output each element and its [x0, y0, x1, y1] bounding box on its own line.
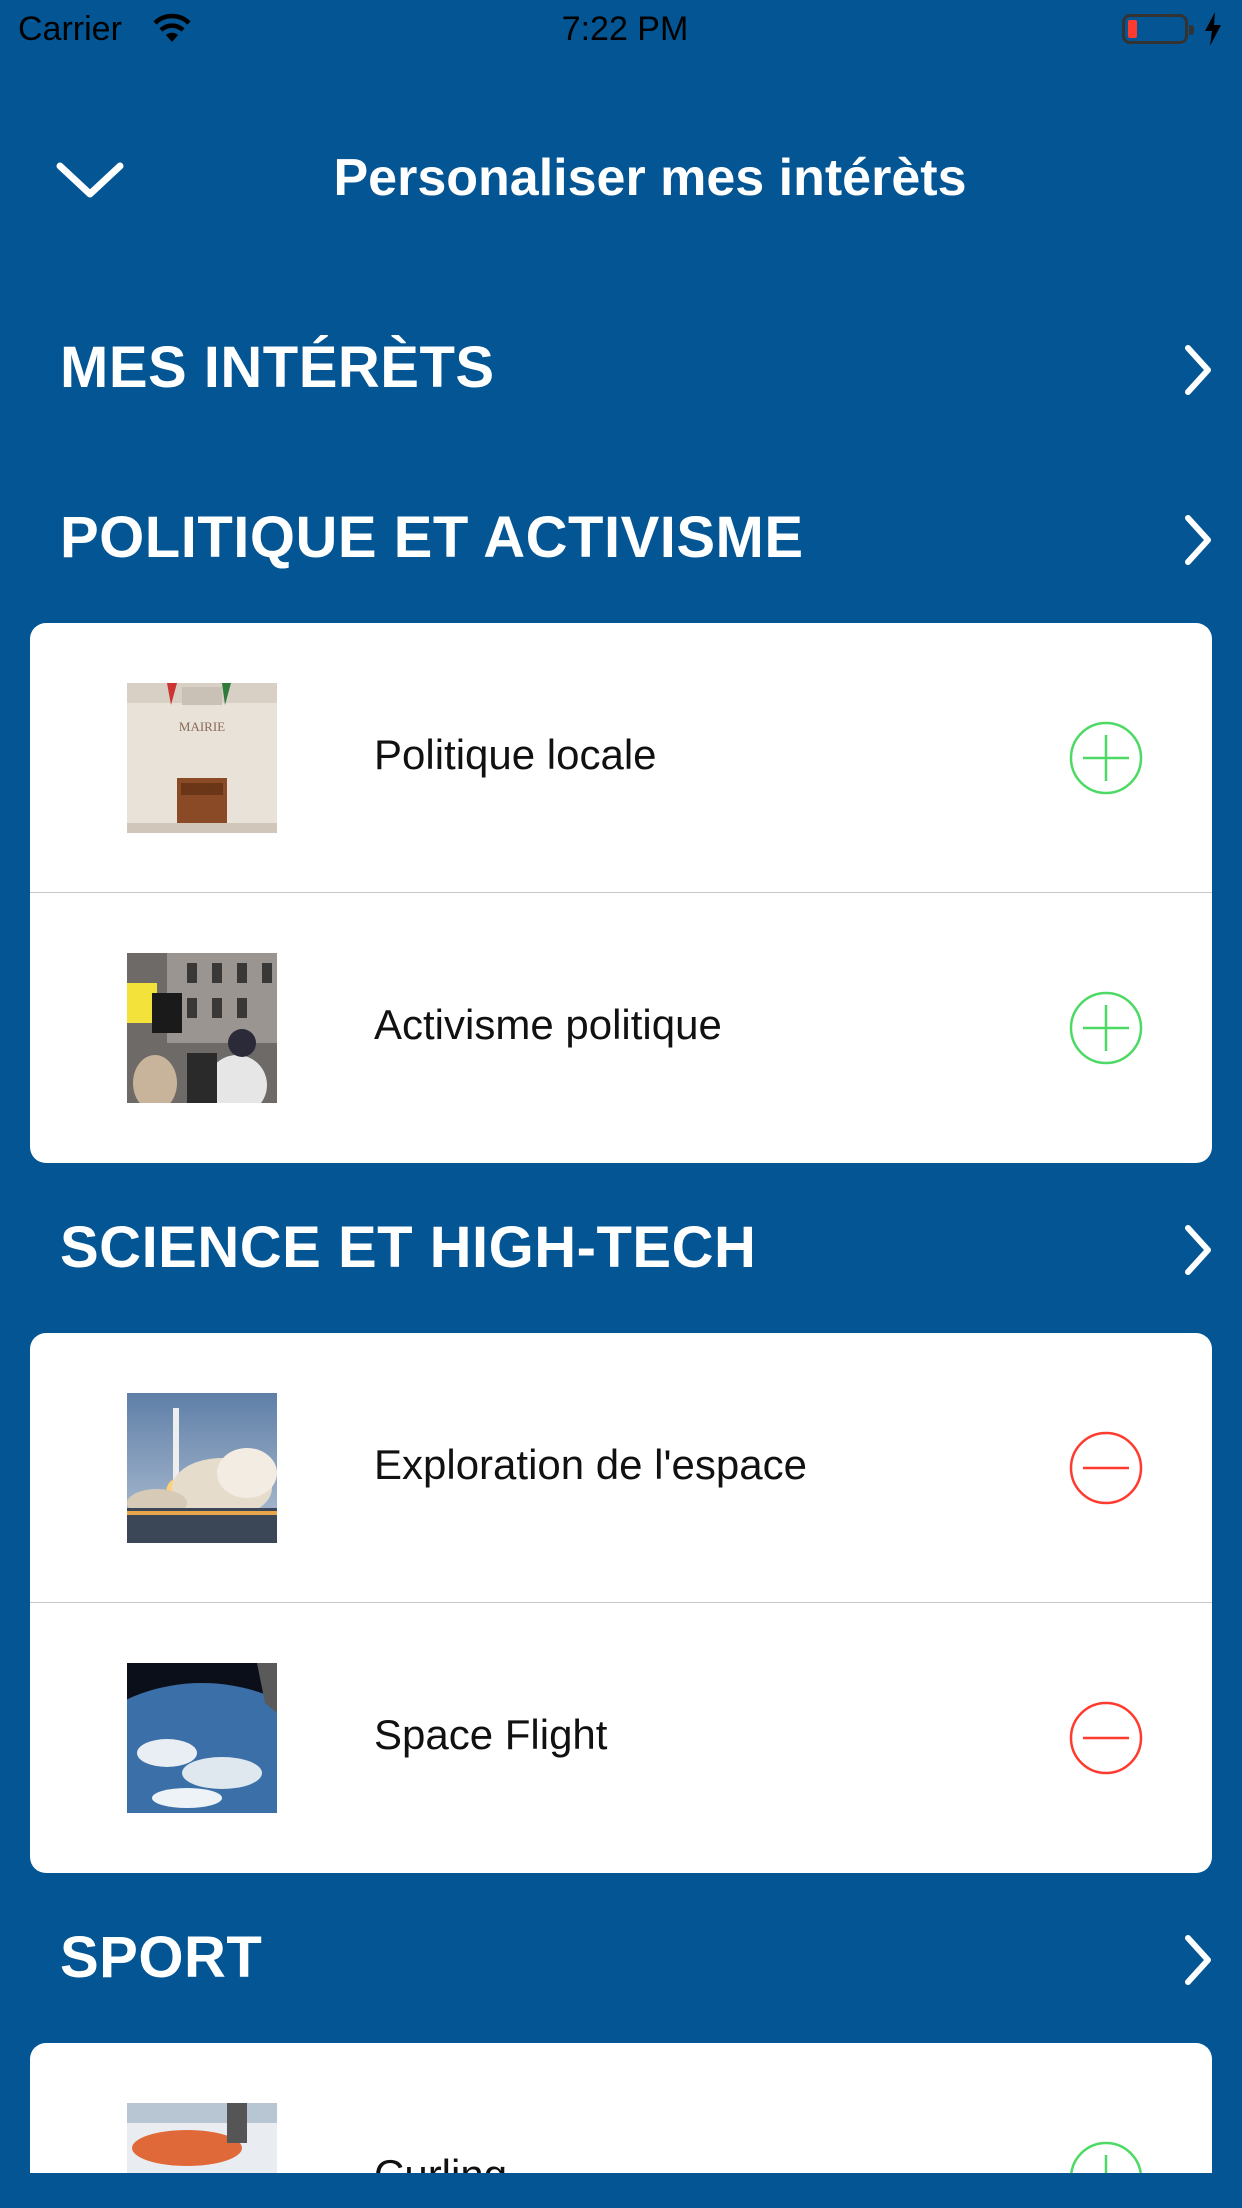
section-title: POLITIQUE ET ACTIVISME: [60, 505, 804, 570]
remove-icon[interactable]: [1068, 1430, 1144, 1506]
chevron-right-icon: [1185, 515, 1211, 565]
section-header-science[interactable]: SCIENCE ET HIGH-TECH: [0, 1196, 1242, 1296]
status-bar: Carrier 7:22 PM: [0, 0, 1242, 60]
row-label: Politique locale: [374, 731, 657, 778]
earth-from-space-thumbnail: [127, 1663, 277, 1813]
chevron-right-icon: [1185, 1935, 1211, 1985]
card-politique: MAIRIE Politique locale Activisme politi…: [30, 623, 1212, 1163]
card-sport: Curling: [30, 2043, 1212, 2173]
remove-icon[interactable]: [1068, 1700, 1144, 1776]
row-label: Activisme politique: [374, 1001, 722, 1048]
row-label: Exploration de l'espace: [374, 1441, 807, 1488]
add-icon[interactable]: [1068, 720, 1144, 796]
chevron-right-icon: [1185, 1225, 1211, 1275]
mairie-thumbnail: MAIRIE: [127, 683, 277, 833]
section-title: SCIENCE ET HIGH-TECH: [60, 1215, 757, 1280]
page-title: Personaliser mes intérèts: [333, 149, 967, 207]
section-header-sport[interactable]: SPORT: [0, 1906, 1242, 2006]
row-label: Curling: [374, 2151, 507, 2173]
battery-icon: [1122, 14, 1194, 44]
add-icon[interactable]: [1068, 990, 1144, 1066]
row-label: Space Flight: [374, 1711, 608, 1758]
activism-thumbnail: [127, 953, 277, 1103]
section-title: SPORT: [60, 1925, 263, 1990]
clock: 7:22 PM: [561, 10, 689, 48]
list-item[interactable]: Space Flight: [30, 1603, 1212, 1873]
section-title: MES INTÉRÈTS: [60, 335, 495, 400]
svg-text:MAIRIE: MAIRIE: [179, 719, 225, 734]
charging-icon: [1205, 12, 1221, 46]
list-item[interactable]: Exploration de l'espace: [30, 1333, 1212, 1603]
card-science: Exploration de l'espace Space Flight: [30, 1333, 1212, 1873]
add-icon[interactable]: [1068, 2140, 1144, 2173]
list-item[interactable]: Activisme politique: [30, 893, 1212, 1163]
list-item[interactable]: Curling: [30, 2043, 1212, 2173]
section-header-politique[interactable]: POLITIQUE ET ACTIVISME: [0, 486, 1242, 586]
rocket-launch-thumbnail: [127, 1393, 277, 1543]
section-header-mes-interets[interactable]: MES INTÉRÈTS: [0, 316, 1242, 416]
list-item[interactable]: MAIRIE Politique locale: [30, 623, 1212, 893]
chevron-right-icon: [1185, 345, 1211, 395]
navigation-header: Personaliser mes intérèts: [0, 120, 1242, 240]
curling-thumbnail: [127, 2103, 277, 2173]
